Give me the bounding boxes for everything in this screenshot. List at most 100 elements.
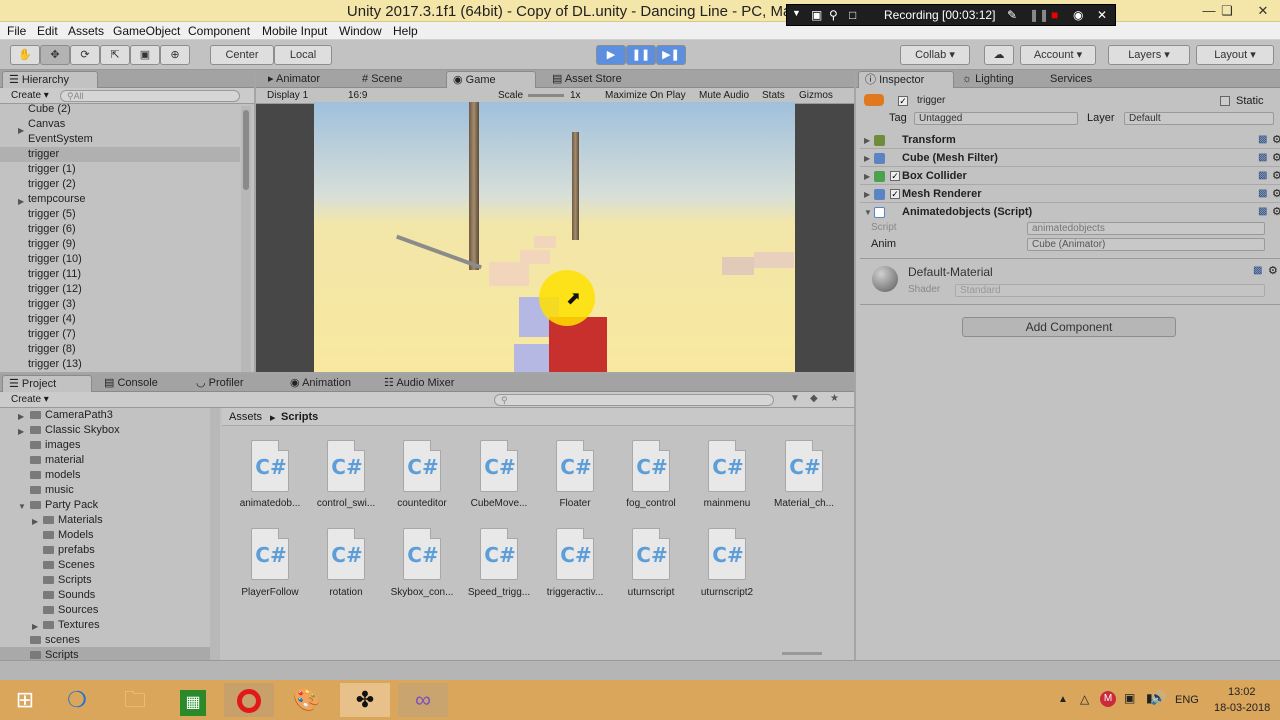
hierarchy-item[interactable]: trigger (7)	[28, 328, 76, 340]
component-mesh-renderer[interactable]: ▶ ✓ Mesh Renderer ▩ ⚙	[860, 186, 1280, 203]
layout-dropdown[interactable]: Layout ▾	[1196, 45, 1274, 65]
asset-label[interactable]: animatedob...	[232, 498, 308, 509]
tab-services[interactable]: Services	[1044, 71, 1098, 88]
tab-asset-store[interactable]: ▤ Asset Store	[546, 71, 628, 88]
folder-item[interactable]: prefabs	[43, 544, 95, 556]
csharp-file-icon[interactable]: C#	[480, 528, 518, 580]
scale-slider[interactable]	[528, 94, 564, 97]
breadcrumb-assets[interactable]: Assets	[229, 411, 262, 423]
component-script[interactable]: ▼ Animatedobjects (Script) ▩ ⚙	[860, 204, 1280, 221]
tab-lighting[interactable]: ☼ Lighting	[956, 71, 1020, 88]
menu-window[interactable]: Window	[339, 24, 382, 38]
file-explorer-icon[interactable]: 🗀	[110, 683, 160, 717]
help-icon[interactable]: ▩	[1258, 170, 1267, 181]
csharp-file-icon[interactable]: C#	[632, 528, 670, 580]
add-component-button[interactable]: Add Component	[962, 317, 1176, 337]
component-enabled-checkbox[interactable]: ✓	[890, 189, 900, 199]
cloud-icon[interactable]: ☁	[984, 45, 1014, 65]
collab-button[interactable]: Collab ▾	[900, 45, 970, 65]
csharp-file-icon[interactable]: C#	[708, 528, 746, 580]
csharp-file-icon[interactable]: C#	[327, 440, 365, 492]
expand-arrow-icon[interactable]: ▶	[18, 427, 24, 436]
csharp-file-icon[interactable]: C#	[632, 440, 670, 492]
project-create-button[interactable]: Create ▾	[11, 394, 49, 405]
gear-icon[interactable]: ⚙	[1272, 169, 1280, 182]
folder-item[interactable]: Sources	[43, 604, 98, 616]
opera-icon[interactable]	[224, 683, 274, 717]
layers-dropdown[interactable]: Layers ▾	[1108, 45, 1190, 65]
asset-label[interactable]: rotation	[308, 587, 384, 598]
rotate-tool-icon[interactable]: ⟳	[70, 45, 100, 65]
tab-audio-mixer[interactable]: ☷ Audio Mixer	[378, 375, 460, 392]
close-icon[interactable]: ✕	[1246, 0, 1280, 22]
star-icon[interactable]: ★	[830, 393, 839, 404]
active-checkbox[interactable]: ✓	[898, 96, 908, 106]
store-icon[interactable]: ▦	[168, 683, 218, 717]
csharp-file-icon[interactable]: C#	[556, 528, 594, 580]
csharp-file-icon[interactable]: C#	[556, 440, 594, 492]
menu-mobile-input[interactable]: Mobile Input	[262, 24, 327, 38]
search-icon[interactable]: ⚲	[829, 8, 838, 22]
expand-arrow-icon[interactable]: ▶	[18, 126, 24, 135]
hierarchy-item[interactable]: trigger (9)	[28, 238, 76, 250]
start-icon[interactable]: ⊞	[0, 683, 50, 717]
tab-hierarchy[interactable]: ☰ Hierarchy	[2, 71, 98, 88]
tab-animation[interactable]: ◉ Animation	[284, 375, 357, 392]
component-transform[interactable]: ▶ Transform ▩ ⚙	[860, 132, 1280, 149]
hierarchy-scrollbar[interactable]	[241, 106, 251, 372]
asset-label[interactable]: uturnscript2	[689, 587, 765, 598]
display-icon[interactable]: ▣	[1124, 691, 1135, 705]
hierarchy-item[interactable]: trigger (4)	[28, 313, 76, 325]
hierarchy-item[interactable]: EventSystem	[28, 133, 93, 145]
menu-component[interactable]: Component	[188, 24, 250, 38]
folder-item[interactable]: Materials	[43, 514, 103, 526]
help-icon[interactable]: ▩	[1258, 188, 1267, 199]
hierarchy-item[interactable]: trigger (12)	[28, 283, 82, 295]
gear-icon[interactable]: ⚙	[1272, 151, 1280, 164]
step-button[interactable]: ▶❚	[656, 45, 686, 65]
shader-dropdown[interactable]: Standard	[955, 284, 1265, 297]
folder-item[interactable]: scenes	[30, 634, 80, 646]
asset-label[interactable]: control_swi...	[308, 498, 384, 509]
collapse-arrow-icon[interactable]: ▼	[864, 208, 872, 217]
restore-icon[interactable]: ❏	[1214, 0, 1240, 22]
browser-icon[interactable]: ❍	[52, 683, 102, 717]
game-render[interactable]: ⬈	[314, 102, 795, 372]
csharp-file-icon[interactable]: C#	[403, 440, 441, 492]
csharp-file-icon[interactable]: C#	[251, 528, 289, 580]
pivot-center-button[interactable]: Center	[210, 45, 274, 65]
clock-time[interactable]: 13:02	[1228, 686, 1256, 698]
folder-item[interactable]: Models	[43, 529, 93, 541]
hierarchy-item-selected[interactable]: trigger	[28, 148, 59, 160]
pivot-local-button[interactable]: Local	[274, 45, 332, 65]
object-name-field[interactable]: trigger	[912, 94, 1212, 107]
tab-inspector[interactable]: ⓘ Inspector	[858, 71, 954, 88]
expand-arrow-icon[interactable]: ▶	[864, 190, 870, 199]
hierarchy-search-input[interactable]: ⚲All	[60, 90, 240, 102]
csharp-file-icon[interactable]: C#	[403, 528, 441, 580]
folder-item[interactable]: images	[30, 439, 80, 451]
menu-edit[interactable]: Edit	[37, 24, 58, 38]
asset-label[interactable]: Speed_trigg...	[461, 587, 537, 598]
csharp-file-icon[interactable]: C#	[708, 440, 746, 492]
volume-icon[interactable]: 🔊	[1150, 690, 1166, 706]
pause-button[interactable]: ❚❚	[626, 45, 656, 65]
move-tool-icon[interactable]: ✥	[40, 45, 70, 65]
help-icon[interactable]: ▩	[1258, 206, 1267, 217]
pen-icon[interactable]: ✎	[1007, 8, 1017, 22]
network-icon[interactable]: △	[1080, 692, 1089, 706]
label-icon[interactable]: ◆	[810, 393, 818, 404]
asset-label[interactable]: fog_control	[613, 498, 689, 509]
stop-icon[interactable]: ■	[1051, 8, 1058, 22]
filter-type-icon[interactable]: ▼	[790, 393, 800, 404]
menu-file[interactable]: File	[7, 24, 26, 38]
hierarchy-item[interactable]: trigger (10)	[28, 253, 82, 265]
scale-tool-icon[interactable]: ⇱	[100, 45, 130, 65]
clock-date[interactable]: 18-03-2018	[1214, 702, 1270, 714]
expand-arrow-icon[interactable]: ▶	[32, 622, 38, 631]
folder-item[interactable]: CameraPath3	[30, 409, 113, 421]
tab-profiler[interactable]: ◡ Profiler	[190, 375, 250, 392]
help-icon[interactable]: ▩	[1258, 134, 1267, 145]
menu-assets[interactable]: Assets	[68, 24, 104, 38]
tab-project[interactable]: ☰ Project	[2, 375, 92, 392]
